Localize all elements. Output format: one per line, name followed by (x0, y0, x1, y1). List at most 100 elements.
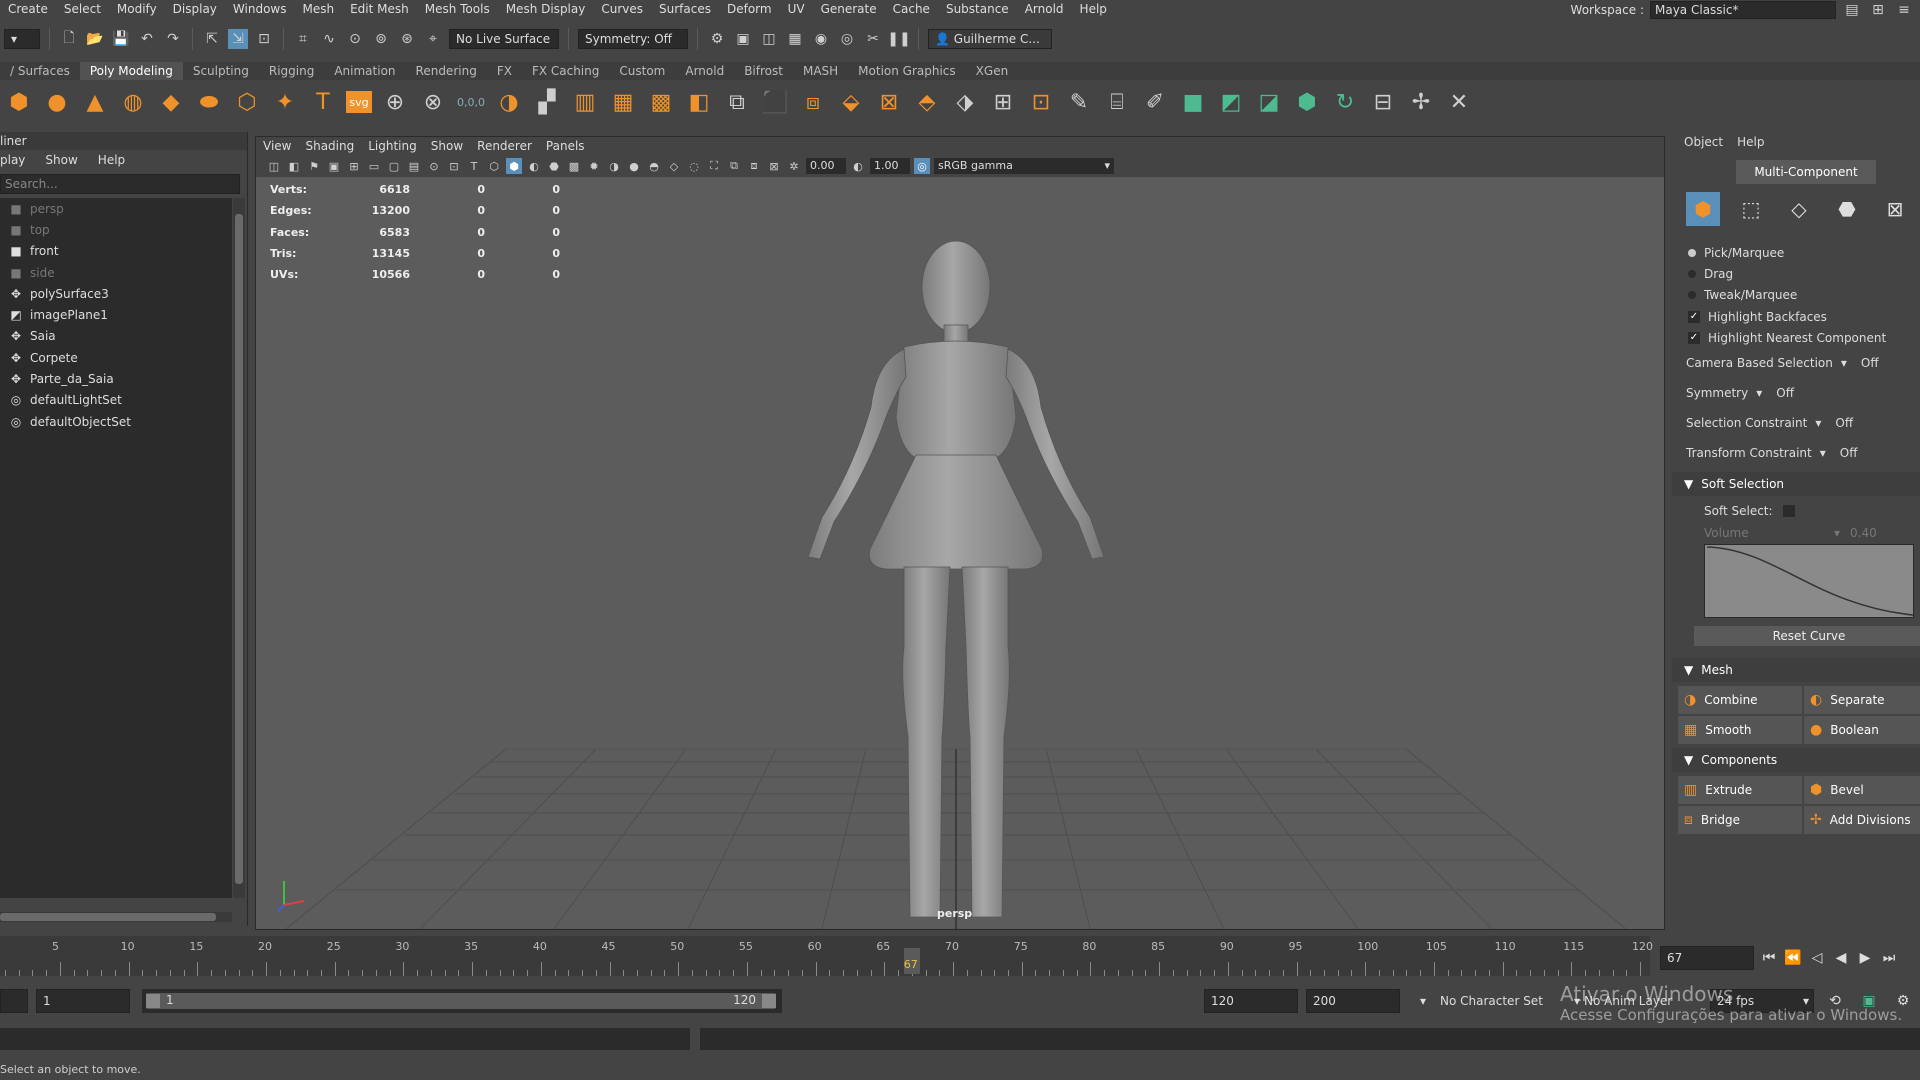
multi-component-button[interactable]: Multi-Component (1736, 160, 1876, 184)
object-mode-icon[interactable]: ⬢ (1686, 192, 1720, 226)
poly-text-icon[interactable]: T (308, 87, 338, 117)
step-back-frame-icon[interactable]: ◁ (1808, 950, 1826, 966)
user-account-button[interactable]: 👤 Guilherme C... (928, 29, 1052, 49)
viewport-panel[interactable]: View Shading Lighting Show Renderer Panels ◫ … (255, 136, 1665, 930)
color-management-icon[interactable]: ◎ (914, 158, 930, 174)
symmetry-field[interactable]: Symmetry: Off (578, 29, 688, 49)
outliner-item[interactable]: ✥ Corpete (0, 347, 232, 368)
motion-blur-icon[interactable]: ◓ (646, 158, 662, 174)
menu-select[interactable]: Select (56, 2, 109, 16)
shelf-tab-fx[interactable]: FX (487, 62, 522, 80)
option-row[interactable]: Transform Constraint ▾ Off (1672, 438, 1920, 468)
camera-attributes-icon[interactable]: ◧ (286, 158, 302, 174)
viewport-menu-renderer[interactable]: Renderer (470, 139, 539, 153)
menu-arnold[interactable]: Arnold (1017, 2, 1072, 16)
xray-components-icon[interactable]: ⊠ (766, 158, 782, 174)
combine-button[interactable]: ◑ Combine (1678, 686, 1802, 715)
outliner-menu-play[interactable]: play (0, 153, 25, 167)
radio-dot[interactable] (1688, 269, 1696, 278)
viewport-menu-shading[interactable]: Shading (298, 139, 361, 153)
render-frame-icon[interactable]: ▣ (733, 29, 753, 49)
toolkit-menu-object[interactable]: Object (1684, 135, 1723, 149)
highlight-checkbox-row[interactable]: ✓ Highlight Nearest Component (1672, 327, 1920, 348)
film-gate-icon[interactable]: ▭ (366, 158, 382, 174)
image-plane-icon[interactable]: ▣ (326, 158, 342, 174)
poly-disc-icon[interactable]: ⬬ (194, 87, 224, 117)
snap-grid-icon[interactable]: ⌗ (293, 29, 313, 49)
multicut-icon[interactable]: ⊞ (988, 87, 1018, 117)
isolate-select-icon[interactable]: ⛶ (706, 158, 722, 174)
outliner-vertical-scrollbar[interactable] (233, 198, 245, 898)
shelf-tab-animation[interactable]: Animation (324, 62, 405, 80)
gate-mask-icon[interactable]: ▤ (406, 158, 422, 174)
menu-mesh[interactable]: Mesh (294, 2, 342, 16)
scrollbar-thumb[interactable] (0, 913, 216, 921)
shelf-tab-poly-modeling[interactable]: Poly Modeling (79, 62, 183, 80)
bevel-icon[interactable]: ⬙ (836, 87, 866, 117)
outliner-item[interactable]: ◎ defaultLightSet (0, 390, 232, 411)
menu-uv[interactable]: UV (780, 2, 813, 16)
shelf-tab-mash[interactable]: MASH (793, 62, 848, 80)
default-material-icon[interactable]: ◐ (526, 158, 542, 174)
boolean-icon[interactable]: ⧉ (722, 87, 752, 117)
grid-toggle-icon[interactable]: ⊞ (346, 158, 362, 174)
playback-end-field[interactable]: 120 (1204, 989, 1298, 1013)
range-bar[interactable]: 1 120 (142, 989, 782, 1013)
character-set-dropdown[interactable]: No Character Set (1440, 994, 1543, 1008)
outliner-menu-help[interactable]: Help (98, 153, 125, 167)
hypershade-icon[interactable]: ◉ (811, 29, 831, 49)
option-value[interactable]: Off (1835, 416, 1853, 430)
menu-mesh-tools[interactable]: Mesh Tools (417, 2, 498, 16)
pause-icon[interactable]: ❚❚ (887, 29, 910, 49)
open-scene-icon[interactable]: 📂 (85, 29, 105, 49)
freeze-transform-icon[interactable]: 0,0,0 (456, 87, 486, 117)
boolean-button[interactable]: ● Boolean (1804, 716, 1920, 745)
outliner-item[interactable]: ✥ Saia (0, 326, 232, 347)
center-pivot-icon[interactable]: ⊗ (418, 87, 448, 117)
shadows-icon[interactable]: ◑ (606, 158, 622, 174)
extract-icon[interactable]: ▥ (570, 87, 600, 117)
viewport-menu-show[interactable]: Show (424, 139, 470, 153)
shelf-tab-xgen[interactable]: XGen (966, 62, 1019, 80)
color-space-dropdown[interactable]: sRGB gamma ▾ (934, 158, 1114, 174)
selection-mode-radio[interactable]: Tweak/Marquee (1672, 285, 1920, 306)
extrude-icon[interactable]: ⬛ (760, 87, 790, 117)
falloff-mode-dropdown[interactable]: Volume (1704, 526, 1824, 540)
select-components-icon[interactable]: ⊡ (254, 29, 274, 49)
menu-curves[interactable]: Curves (593, 2, 651, 16)
exposure-icon[interactable]: ✲ (786, 158, 802, 174)
face-mode-icon[interactable]: ⬣ (1830, 192, 1864, 226)
field-chart-icon[interactable]: ⊙ (426, 158, 442, 174)
soft-select-checkbox[interactable] (1782, 505, 1795, 518)
chevron-down-icon[interactable]: ▾ (1815, 416, 1821, 430)
outliner-horizontal-scrollbar[interactable] (0, 912, 232, 922)
character-set-icon[interactable]: ▾ (1420, 994, 1426, 1008)
chevron-down-icon[interactable]: ▾ (1841, 356, 1847, 370)
arnold-ipr-icon[interactable]: ✂ (863, 29, 883, 49)
live-surface-field[interactable]: No Live Surface (449, 29, 559, 49)
snap-live-icon[interactable]: ⌖ (423, 29, 443, 49)
radio-dot[interactable] (1688, 291, 1696, 300)
menu-cache[interactable]: Cache (885, 2, 938, 16)
bridge-button[interactable]: ⧈ Bridge (1678, 806, 1802, 835)
safe-title-icon[interactable]: T (466, 158, 482, 174)
option-row[interactable]: Camera Based Selection ▾ Off (1672, 348, 1920, 378)
add-divisions-button[interactable]: ✢ Add Divisions (1804, 806, 1920, 835)
platonic-solid-icon[interactable]: ⬡ (232, 87, 262, 117)
gamma-icon[interactable]: ◐ (850, 158, 866, 174)
super-shape-icon[interactable]: ✦ (270, 87, 300, 117)
mesh-section[interactable]: ▼ Mesh (1672, 658, 1920, 683)
menu-modify[interactable]: Modify (109, 2, 165, 16)
range-bar-handle[interactable]: 1 120 (146, 993, 776, 1009)
poly-plane-icon[interactable]: ◆ (156, 87, 186, 117)
highlight-checkbox-row[interactable]: ✓ Highlight Backfaces (1672, 306, 1920, 327)
target-weld-icon[interactable]: ⊡ (1026, 87, 1056, 117)
lights-icon[interactable]: ✹ (586, 158, 602, 174)
option-row[interactable]: Symmetry ▾ Off (1672, 378, 1920, 408)
viewport-menu-lighting[interactable]: Lighting (361, 139, 424, 153)
mirror-icon[interactable]: ◧ (684, 87, 714, 117)
viewport-scene[interactable]: Verts: 6618 0 0 Edges: 13200 0 0 Faces: 6583 0 0 Tri… (256, 177, 1664, 929)
menu-deform[interactable]: Deform (719, 2, 780, 16)
selection-mode-radio[interactable]: Pick/Marquee (1672, 242, 1920, 263)
redo-icon[interactable]: ↷ (163, 29, 183, 49)
